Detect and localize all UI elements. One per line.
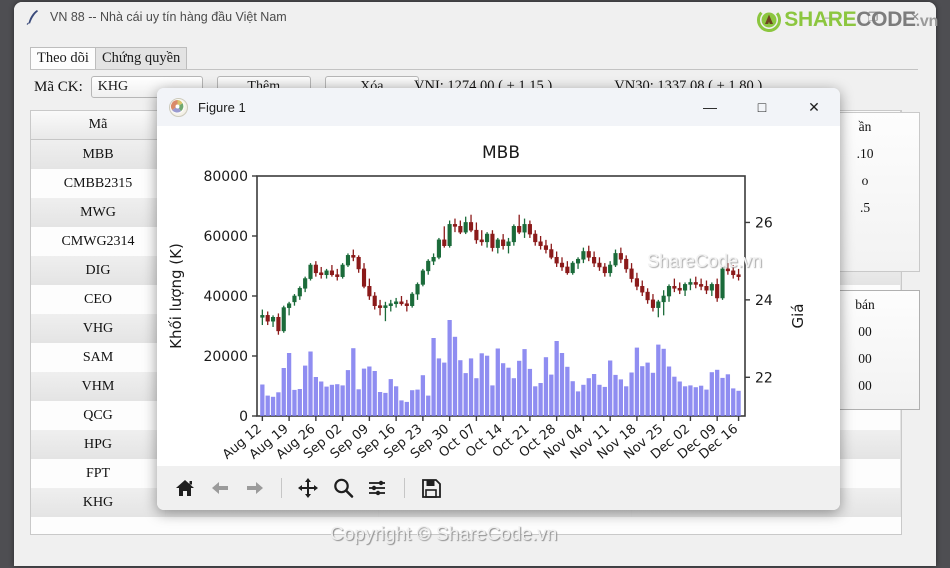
arrow-right-icon[interactable] <box>239 472 271 504</box>
candlestick-chart: MBB 0 20000 40000 60000 80000 Khối lượng (K) 22… <box>167 143 807 463</box>
cell-ma: VHG <box>31 314 166 343</box>
cell-ma: HPG <box>31 430 166 459</box>
ma-ck-label: Mã CK: <box>34 78 83 95</box>
tab-theo-doi[interactable]: Theo dõi <box>30 47 96 70</box>
tab-chung-quyen[interactable]: Chứng quyền <box>94 47 188 70</box>
cell-ma: QCG <box>31 401 166 430</box>
app-title: VN 88 -- Nhà cái uy tín hàng đầu Việt Na… <box>50 10 287 24</box>
sharecode-logo-watermark: SHARECODE.vn <box>757 8 938 32</box>
svg-text:22: 22 <box>755 370 773 386</box>
cell-ma: CMWG2314 <box>31 227 166 256</box>
tabbar: Theo dõi Chứng quyền <box>30 46 188 70</box>
toolbar-separator-2 <box>404 478 405 498</box>
sharecode-logo-icon <box>757 8 782 32</box>
sliders-icon[interactable] <box>362 472 394 504</box>
figure-toolbar <box>157 466 840 510</box>
cell-ma: VHM <box>31 372 166 401</box>
svg-text:0: 0 <box>239 409 248 425</box>
cell-ma: DIG <box>31 256 166 285</box>
tab-underline <box>30 69 918 70</box>
cell-ma: MWG <box>31 198 166 227</box>
move-icon[interactable] <box>292 472 324 504</box>
figure-window-controls: — □ ✕ <box>684 88 840 126</box>
svg-text:80000: 80000 <box>203 169 248 185</box>
cell-ma: SAM <box>31 343 166 372</box>
svg-text:MBB: MBB <box>482 143 520 163</box>
svg-text:Giá: Giá <box>789 304 807 329</box>
figure-title: Figure 1 <box>198 99 246 115</box>
figure-close-button[interactable]: ✕ <box>788 88 840 126</box>
sharecode-logo-text: SHARECODE.vn <box>784 8 938 32</box>
copyright-watermark: Copyright © ShareCode.vn <box>330 524 558 545</box>
cell-ma: CMBB2315 <box>31 169 166 198</box>
toolbar-separator-1 <box>281 478 282 498</box>
figure-titlebar: Figure 1 — □ ✕ <box>157 88 840 126</box>
logo-part-vn: .vn <box>915 13 939 30</box>
logo-part-share: SHARE <box>784 8 857 31</box>
column-header-ma[interactable]: Mã <box>31 111 166 140</box>
floppy-disk-icon[interactable] <box>415 472 447 504</box>
matplotlib-figure-window: Figure 1 — □ ✕ MBB 0 20000 40000 60000 80000 K… <box>157 88 840 510</box>
cell-ma: CEO <box>31 285 166 314</box>
logo-part-code: CODE <box>856 8 916 31</box>
figure-canvas[interactable]: MBB 0 20000 40000 60000 80000 Khối lượng (K) 22… <box>157 126 840 466</box>
svg-text:20000: 20000 <box>203 349 248 365</box>
svg-text:26: 26 <box>755 215 773 231</box>
svg-text:40000: 40000 <box>203 289 248 305</box>
cell-ma: KHG <box>31 488 166 517</box>
arrow-left-icon[interactable] <box>204 472 236 504</box>
cell-ma: MBB <box>31 139 166 169</box>
svg-text:Khối lượng (K): Khối lượng (K) <box>167 243 185 349</box>
figure-maximize-button[interactable]: □ <box>736 88 788 126</box>
svg-text:24: 24 <box>755 293 773 309</box>
cell-ma: FPT <box>31 459 166 488</box>
magnifier-icon[interactable] <box>327 472 359 504</box>
home-icon[interactable] <box>169 472 201 504</box>
matplotlib-icon <box>169 97 188 117</box>
svg-text:60000: 60000 <box>203 229 248 245</box>
figure-minimize-button[interactable]: — <box>684 88 736 126</box>
feather-icon <box>24 8 42 26</box>
